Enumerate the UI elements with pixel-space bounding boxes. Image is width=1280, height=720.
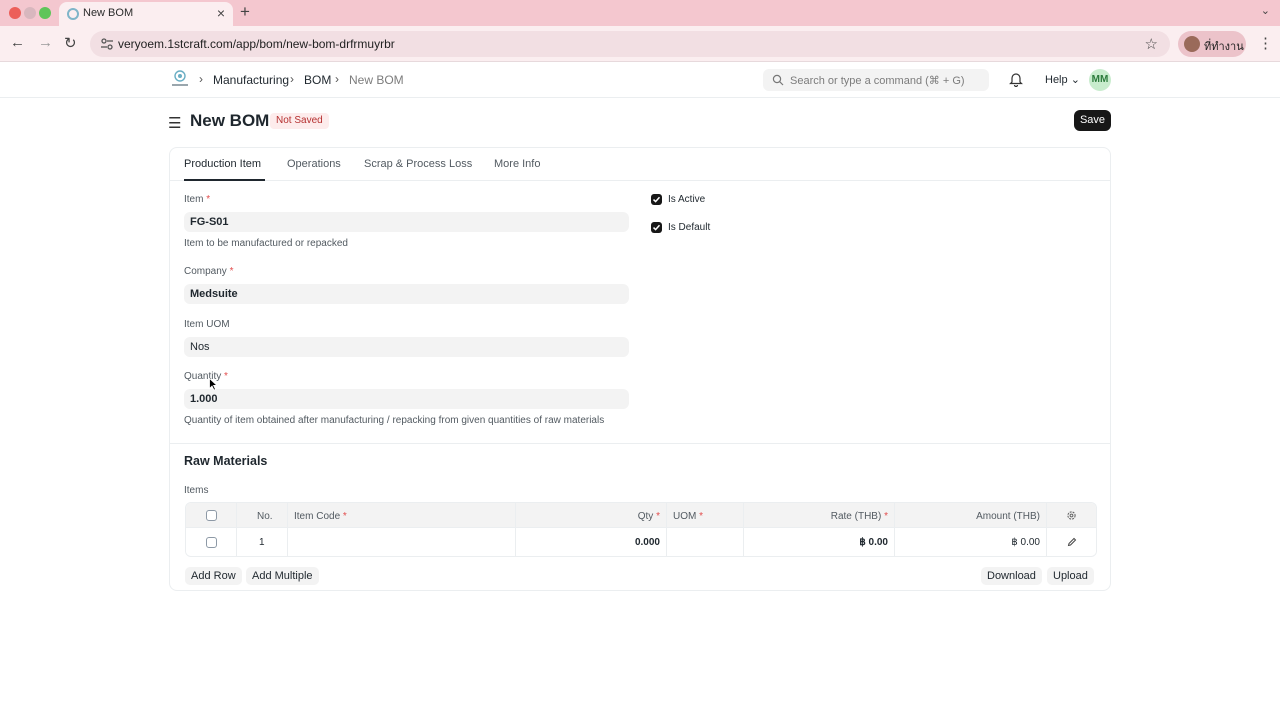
awesomebar-search[interactable]: Search or type a command (⌘ + G) xyxy=(763,69,989,91)
row-item-code-cell[interactable] xyxy=(288,528,516,556)
search-icon xyxy=(772,74,784,86)
row-qty-cell[interactable]: 0.000 xyxy=(516,528,667,556)
is-default-label: Is Default xyxy=(668,222,711,233)
is-active-label: Is Active xyxy=(668,194,706,205)
table-header: No. Item Code * Qty * UOM * Rate (THB) *… xyxy=(186,503,1096,528)
col-no: No. xyxy=(257,511,273,522)
tab-scrap-process-loss[interactable]: Scrap & Process Loss xyxy=(364,158,472,170)
row-no: 1 xyxy=(259,537,265,548)
maximize-window-button[interactable] xyxy=(39,7,51,19)
notification-bell-icon[interactable] xyxy=(1009,71,1023,87)
search-placeholder: Search or type a command (⌘ + G) xyxy=(790,75,965,87)
status-badge: Not Saved xyxy=(270,113,329,129)
col-rate: Rate (THB) * xyxy=(830,511,888,522)
browser-tab-title: New BOM xyxy=(83,7,134,19)
row-rate: ฿ 0.00 xyxy=(859,537,888,548)
add-multiple-button[interactable]: Add Multiple xyxy=(246,567,319,585)
is-default-checkbox[interactable] xyxy=(651,222,662,233)
browser-tab-bar: New BOM × + ⌄ xyxy=(0,0,1280,26)
browser-tab[interactable]: New BOM × xyxy=(59,2,233,26)
forward-icon[interactable]: → xyxy=(38,34,53,51)
breadcrumb-bom[interactable]: BOM xyxy=(304,73,331,87)
row-qty: 0.000 xyxy=(634,537,660,548)
chevron-right-icon: › xyxy=(335,72,339,86)
new-tab-icon[interactable]: + xyxy=(240,2,250,22)
edit-pencil-icon[interactable] xyxy=(1067,537,1077,547)
download-button[interactable]: Download xyxy=(981,567,1042,585)
select-all-checkbox[interactable] xyxy=(206,510,217,521)
browser-toolbar: ← → ↻ veryoem.1stcraft.com/app/bom/new-b… xyxy=(0,26,1280,62)
form-tabs: Production Item Operations Scrap & Proce… xyxy=(170,148,1110,181)
raw-materials-heading: Raw Materials xyxy=(184,454,268,468)
items-table: No. Item Code * Qty * UOM * Rate (THB) *… xyxy=(185,502,1097,557)
settings-gear-icon[interactable] xyxy=(1066,510,1077,521)
minimize-window-button[interactable] xyxy=(24,7,36,19)
item-label: Item * xyxy=(184,194,211,205)
company-field[interactable]: Medsuite xyxy=(184,284,629,304)
row-rate-cell[interactable]: ฿ 0.00 xyxy=(744,528,895,556)
table-row[interactable]: 1 0.000 ฿ 0.00 ฿ 0.00 xyxy=(186,528,1096,556)
chevron-right-icon: › xyxy=(290,72,294,86)
form-card: Production Item Operations Scrap & Proce… xyxy=(169,147,1111,591)
tab-search-icon[interactable]: ⌄ xyxy=(1261,4,1270,17)
checkmark-icon xyxy=(652,224,661,231)
items-label: Items xyxy=(184,485,209,496)
address-bar[interactable]: veryoem.1stcraft.com/app/bom/new-bom-drf… xyxy=(90,31,1170,57)
chevron-down-icon: ⌄ xyxy=(1070,74,1080,86)
help-dropdown[interactable]: Help ⌄ xyxy=(1045,73,1080,86)
app-navbar: › Manufacturing › BOM › New BOM Search o… xyxy=(0,62,1280,98)
item-uom-label: Item UOM xyxy=(184,319,230,330)
favicon-icon xyxy=(67,8,79,20)
user-avatar[interactable]: MM xyxy=(1089,69,1111,91)
browser-menu-icon[interactable]: ⋮ xyxy=(1258,34,1273,52)
tab-operations[interactable]: Operations xyxy=(287,158,341,170)
quantity-field[interactable]: 1.000 xyxy=(184,389,629,409)
col-qty: Qty * xyxy=(637,511,660,522)
breadcrumb-current: New BOM xyxy=(349,73,404,87)
item-field[interactable]: FG-S01 xyxy=(184,212,629,232)
app-logo-icon[interactable] xyxy=(169,68,191,90)
row-amount: ฿ 0.00 xyxy=(1011,537,1040,548)
row-amount-cell: ฿ 0.00 xyxy=(895,528,1047,556)
add-row-button[interactable]: Add Row xyxy=(185,567,242,585)
bookmark-star-icon[interactable]: ☆ xyxy=(1145,35,1158,53)
col-uom: UOM * xyxy=(673,511,704,522)
profile-chip[interactable]: ที่ทำงาน xyxy=(1178,31,1246,57)
item-uom-field[interactable]: Nos xyxy=(184,337,629,357)
is-active-checkbox[interactable] xyxy=(651,194,662,205)
active-tab-indicator xyxy=(184,179,265,181)
row-uom-cell[interactable] xyxy=(667,528,744,556)
reload-icon[interactable]: ↻ xyxy=(64,34,77,52)
breadcrumb-manufacturing[interactable]: Manufacturing xyxy=(213,73,289,87)
chevron-right-icon: › xyxy=(199,72,203,86)
company-label: Company * xyxy=(184,266,234,277)
close-tab-icon[interactable]: × xyxy=(217,5,225,21)
close-window-button[interactable] xyxy=(9,7,21,19)
col-amount: Amount (THB) xyxy=(976,511,1040,522)
upload-button[interactable]: Upload xyxy=(1047,567,1094,585)
item-help-text: Item to be manufactured or repacked xyxy=(184,238,348,249)
row-checkbox[interactable] xyxy=(206,537,217,548)
section-divider xyxy=(170,443,1110,444)
tab-production-item[interactable]: Production Item xyxy=(184,158,261,170)
profile-label: ที่ทำงาน xyxy=(1204,41,1244,53)
checkmark-icon xyxy=(652,196,661,203)
help-label: Help xyxy=(1045,74,1068,86)
mouse-cursor-icon xyxy=(209,378,218,391)
tab-more-info[interactable]: More Info xyxy=(494,158,540,170)
col-item-code: Item Code * xyxy=(294,511,347,522)
profile-avatar xyxy=(1184,36,1200,52)
back-icon[interactable]: ← xyxy=(10,34,25,51)
url-text: veryoem.1stcraft.com/app/bom/new-bom-drf… xyxy=(118,37,395,51)
sidebar-toggle-icon[interactable]: ☰ xyxy=(168,114,181,132)
quantity-help-text: Quantity of item obtained after manufact… xyxy=(184,415,605,426)
save-button[interactable]: Save xyxy=(1074,110,1111,131)
page-title: New BOM xyxy=(190,111,270,130)
quantity-label: Quantity * xyxy=(184,371,228,382)
site-info-icon[interactable] xyxy=(100,37,114,51)
